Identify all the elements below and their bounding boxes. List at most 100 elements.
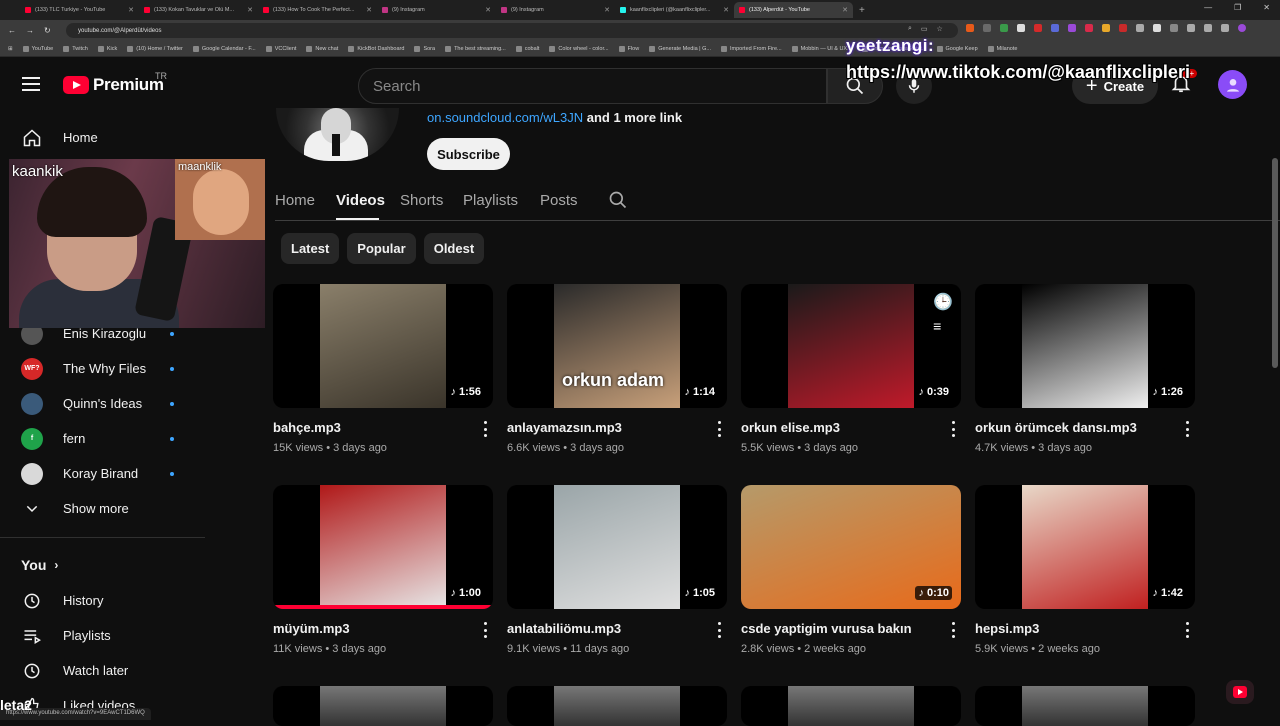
browser-tab[interactable]: (133) Alperdüt - YouTube ✕ bbox=[734, 2, 853, 18]
close-tab-icon[interactable]: ✕ bbox=[842, 6, 848, 14]
chip-popular[interactable]: Popular bbox=[347, 233, 416, 264]
bookmark-item[interactable]: Mobbin — UI & UX... bbox=[791, 45, 852, 52]
bookmark-item[interactable]: (10) Home / Twitter bbox=[127, 45, 183, 52]
sidebar-item-history[interactable]: History bbox=[0, 583, 205, 618]
video-title[interactable]: bahçe.mp3 bbox=[273, 420, 341, 435]
bookmark-item[interactable]: Milanote bbox=[987, 45, 1017, 52]
menu-icon[interactable] bbox=[22, 77, 40, 91]
extension-icon[interactable] bbox=[983, 24, 991, 32]
browser-tab[interactable]: (133) How To Cook The Perfect... ✕ bbox=[258, 2, 377, 18]
bookmark-item[interactable]: cobalt bbox=[515, 45, 539, 52]
video-thumbnail[interactable]: ♪ 1:05 bbox=[507, 485, 727, 609]
more-actions-icon[interactable] bbox=[716, 622, 722, 638]
account-avatar[interactable] bbox=[1218, 70, 1247, 99]
video-title[interactable]: müyüm.mp3 bbox=[273, 621, 350, 636]
you-section-header[interactable]: You › bbox=[21, 557, 58, 573]
search-input[interactable]: Search bbox=[358, 68, 827, 104]
extension-icon[interactable] bbox=[1153, 24, 1161, 32]
cast-icon[interactable]: ▭ bbox=[921, 25, 928, 33]
browser-tab[interactable]: kaanflixclipleri (@kaanflixclipler... ✕ bbox=[615, 2, 734, 18]
tab-videos[interactable]: Videos bbox=[336, 192, 385, 209]
extension-icon[interactable] bbox=[1221, 24, 1229, 32]
bookmark-item[interactable]: Google Calendar - F... bbox=[192, 45, 256, 52]
url-field[interactable]: youtube.com/@Alperdüt/videos bbox=[66, 23, 958, 38]
watch-later-icon[interactable]: 🕒 bbox=[933, 292, 953, 312]
close-tab-icon[interactable]: ✕ bbox=[366, 6, 372, 14]
profile-avatar-icon[interactable] bbox=[1238, 24, 1246, 32]
add-to-queue-icon[interactable]: ≡ bbox=[933, 318, 953, 334]
minimize-icon[interactable]: — bbox=[1204, 3, 1212, 12]
more-links[interactable]: and 1 more link bbox=[587, 110, 682, 125]
subscription-item[interactable]: f fern bbox=[0, 421, 205, 456]
browser-tab[interactable]: (9) Instagram ✕ bbox=[496, 2, 615, 18]
bookmark-item[interactable]: Color wheel - color... bbox=[549, 45, 609, 52]
video-thumbnail[interactable]: ♪ 1:26 bbox=[975, 284, 1195, 408]
video-title[interactable]: orkun elise.mp3 bbox=[741, 420, 840, 435]
bookmark-star-icon[interactable]: ☆ bbox=[937, 25, 943, 33]
video-title[interactable]: orkun örümcek dansı.mp3 bbox=[975, 420, 1137, 435]
more-actions-icon[interactable] bbox=[1184, 622, 1190, 638]
extension-icon[interactable] bbox=[1119, 24, 1127, 32]
tab-playlists[interactable]: Playlists bbox=[463, 192, 518, 209]
more-actions-icon[interactable] bbox=[950, 421, 956, 437]
extension-icon[interactable] bbox=[966, 24, 974, 32]
video-thumbnail[interactable]: ♪ 1:42 bbox=[975, 485, 1195, 609]
subscription-item[interactable]: WF? The Why Files bbox=[0, 351, 205, 386]
bookmark-item[interactable]: The best streaming... bbox=[445, 45, 506, 52]
video-title[interactable]: hepsi.mp3 bbox=[975, 621, 1039, 636]
video-thumbnail[interactable]: 🕒 ≡ ♪ 0:39 bbox=[741, 284, 961, 408]
channel-search-icon[interactable] bbox=[608, 190, 628, 215]
video-thumbnail[interactable]: ♪ 1:00 bbox=[273, 485, 493, 609]
browser-tab[interactable]: (133) Kokan Tavuklar ve Ölü M... ✕ bbox=[139, 2, 258, 18]
bookmark-item[interactable]: New chat bbox=[306, 45, 338, 52]
zoom-icon[interactable]: ⌕ bbox=[908, 25, 912, 33]
apps-icon[interactable]: ⊞ bbox=[8, 46, 13, 52]
extension-icon[interactable] bbox=[1170, 24, 1178, 32]
soundcloud-link[interactable]: on.soundcloud.com/wL3JN bbox=[427, 110, 583, 125]
tab-shorts[interactable]: Shorts bbox=[400, 192, 443, 209]
video-title[interactable]: csde yaptigim vurusa bakın bbox=[741, 621, 912, 636]
bookmark-item[interactable]: Flow bbox=[618, 45, 639, 52]
browser-tab[interactable]: (133) TLC Turkiye - YouTube ✕ bbox=[20, 2, 139, 18]
forward-icon[interactable]: → bbox=[26, 26, 34, 35]
subscription-item[interactable]: Koray Birand bbox=[0, 456, 205, 491]
floating-button[interactable] bbox=[1226, 680, 1254, 704]
subscription-item[interactable]: Quinn's Ideas bbox=[0, 386, 205, 421]
video-title[interactable]: anlayamazsın.mp3 bbox=[507, 420, 622, 435]
channel-avatar[interactable] bbox=[276, 108, 399, 161]
bookmark-item[interactable]: Sora bbox=[414, 45, 435, 52]
extension-icon[interactable] bbox=[1017, 24, 1025, 32]
more-actions-icon[interactable] bbox=[1184, 421, 1190, 437]
tab-home[interactable]: Home bbox=[275, 192, 315, 209]
new-tab-icon[interactable]: + bbox=[859, 5, 865, 16]
extension-icon[interactable] bbox=[1102, 24, 1110, 32]
more-actions-icon[interactable] bbox=[482, 421, 488, 437]
bookmark-item[interactable]: Imported From Fire... bbox=[720, 45, 782, 52]
more-actions-icon[interactable] bbox=[482, 622, 488, 638]
more-actions-icon[interactable] bbox=[716, 421, 722, 437]
bookmark-item[interactable]: KickBot Dashboard bbox=[348, 45, 404, 52]
tab-posts[interactable]: Posts bbox=[540, 192, 578, 209]
subscribe-button[interactable]: Subscribe bbox=[427, 138, 510, 170]
video-thumbnail[interactable]: orkun adam ♪ 1:14 bbox=[507, 284, 727, 408]
close-tab-icon[interactable]: ✕ bbox=[723, 6, 729, 14]
chip-oldest[interactable]: Oldest bbox=[423, 233, 485, 264]
close-window-icon[interactable]: ✕ bbox=[1263, 3, 1270, 12]
video-thumbnail[interactable] bbox=[741, 686, 961, 726]
extension-icon[interactable] bbox=[1187, 24, 1195, 32]
bookmark-item[interactable]: YouTube bbox=[22, 45, 53, 52]
close-tab-icon[interactable]: ✕ bbox=[128, 6, 134, 14]
extension-icon[interactable] bbox=[1085, 24, 1093, 32]
sidebar-item-home[interactable]: Home bbox=[0, 120, 205, 155]
close-tab-icon[interactable]: ✕ bbox=[247, 6, 253, 14]
reload-icon[interactable]: ↻ bbox=[44, 26, 51, 35]
extension-icon[interactable] bbox=[1034, 24, 1042, 32]
extension-icon[interactable] bbox=[1204, 24, 1212, 32]
back-icon[interactable]: ← bbox=[8, 26, 16, 35]
sidebar-item-playlists[interactable]: Playlists bbox=[0, 618, 205, 653]
close-tab-icon[interactable]: ✕ bbox=[485, 6, 491, 14]
extension-icon[interactable] bbox=[1051, 24, 1059, 32]
youtube-premium-logo[interactable]: Premium TR bbox=[63, 71, 167, 95]
browser-tab[interactable]: (9) Instagram ✕ bbox=[377, 2, 496, 18]
chip-latest[interactable]: Latest bbox=[281, 233, 340, 264]
